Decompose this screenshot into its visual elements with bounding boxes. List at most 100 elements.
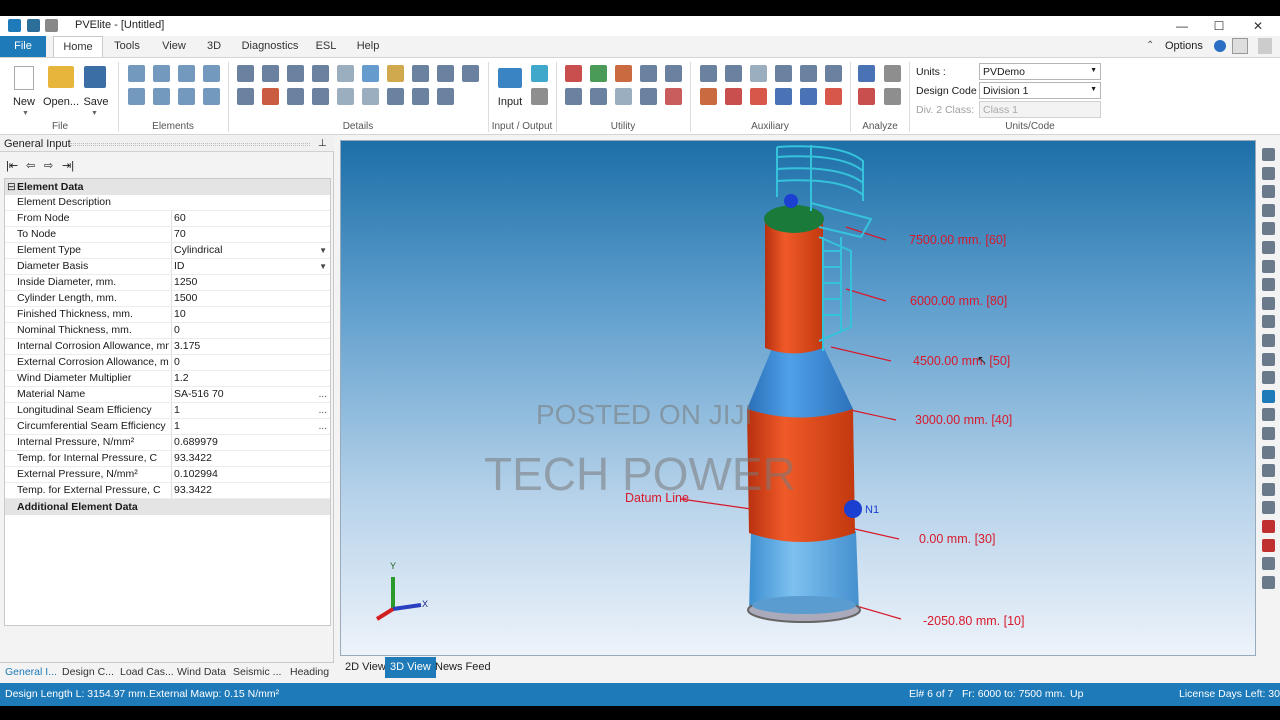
undo-icon[interactable] xyxy=(27,19,40,32)
new-icon[interactable] xyxy=(14,66,34,90)
property-row[interactable]: Internal Corrosion Allowance, mm 3.175 xyxy=(5,339,330,355)
ribbon-tool-icon[interactable] xyxy=(884,65,901,82)
last-element-icon[interactable]: ⇥| xyxy=(62,159,74,172)
collapse-ribbon-icon[interactable]: ⌃ xyxy=(1146,40,1154,51)
ribbon-tool-icon[interactable] xyxy=(775,88,792,105)
tab-home[interactable]: Home xyxy=(53,36,103,57)
ribbon-tool-icon[interactable] xyxy=(590,65,607,82)
ribbon-tool-icon[interactable] xyxy=(462,65,479,82)
view-tool-icon[interactable] xyxy=(1262,557,1275,571)
ribbon-tool-icon[interactable] xyxy=(287,65,304,82)
property-value[interactable]: 60 xyxy=(171,211,329,226)
design-code-select[interactable]: Division 1 ▼ xyxy=(979,82,1101,99)
property-value[interactable]: 3.175 xyxy=(171,339,329,354)
ribbon-tool-icon[interactable] xyxy=(237,88,254,105)
ribbon-tool-icon[interactable] xyxy=(128,65,145,82)
category-element-data[interactable]: ⊟ Element Data xyxy=(5,179,330,195)
open-folder-icon[interactable] xyxy=(48,66,74,88)
ribbon-tool-icon[interactable] xyxy=(531,88,548,105)
tab-design-constraints[interactable]: Design C... xyxy=(62,666,114,678)
tab-diagnostics[interactable]: Diagnostics xyxy=(238,36,302,57)
ribbon-tool-icon[interactable] xyxy=(800,65,817,82)
property-row[interactable]: Cylinder Length, mm. 1500 xyxy=(5,291,330,307)
property-row[interactable]: Internal Pressure, N/mm² 0.689979 xyxy=(5,435,330,451)
property-row[interactable]: Longitudinal Seam Efficiency 1... xyxy=(5,403,330,419)
property-value[interactable]: 0 xyxy=(171,355,329,370)
ribbon-tool-icon[interactable] xyxy=(237,65,254,82)
view-tool-icon[interactable] xyxy=(1262,166,1275,180)
view-tool-icon[interactable] xyxy=(1262,427,1275,440)
property-row[interactable]: Temp. for Internal Pressure, C 93.3422 xyxy=(5,451,330,467)
tab-2d-view[interactable]: 2D View xyxy=(340,657,391,678)
first-element-icon[interactable]: |⇤ xyxy=(6,159,18,172)
input-icon[interactable] xyxy=(498,68,522,88)
chevron-down-icon[interactable]: ▼ xyxy=(91,110,98,117)
ribbon-tool-icon[interactable] xyxy=(337,88,354,105)
ribbon-tool-icon[interactable] xyxy=(800,88,817,105)
tab-heading[interactable]: Heading xyxy=(290,666,329,678)
property-value[interactable]: 1.2 xyxy=(171,371,329,386)
input-button[interactable]: Input xyxy=(494,96,526,108)
ribbon-tool-icon[interactable] xyxy=(437,65,454,82)
view-tool-icon[interactable] xyxy=(1262,334,1275,347)
ribbon-tool-icon[interactable] xyxy=(615,88,632,105)
view-tool-icon[interactable] xyxy=(1262,259,1275,273)
tab-view[interactable]: View xyxy=(158,36,190,57)
settings-icon[interactable] xyxy=(1232,38,1248,54)
property-row[interactable]: Circumferential Seam Efficiency 1... xyxy=(5,419,330,435)
property-row[interactable]: Element Description xyxy=(5,195,330,211)
view-tool-icon[interactable] xyxy=(1262,185,1275,199)
ribbon-tool-icon[interactable] xyxy=(884,88,901,105)
ribbon-tool-icon[interactable] xyxy=(750,65,767,82)
view-tool-icon[interactable] xyxy=(1262,203,1275,217)
view-tool-icon[interactable] xyxy=(1262,296,1275,310)
view-tool-icon[interactable] xyxy=(1262,501,1275,515)
ribbon-tool-icon[interactable] xyxy=(362,88,379,105)
ribbon-tool-icon[interactable] xyxy=(825,65,842,82)
ribbon-tool-icon[interactable] xyxy=(128,88,145,105)
ribbon-tool-icon[interactable] xyxy=(750,88,767,105)
chevron-down-icon[interactable]: ▼ xyxy=(22,110,29,117)
profile-icon[interactable] xyxy=(1258,38,1272,54)
tab-3d[interactable]: 3D xyxy=(203,36,225,57)
property-value[interactable]: 0.689979 xyxy=(171,435,329,450)
view-tool-icon[interactable] xyxy=(1262,315,1275,329)
tab-tools[interactable]: Tools xyxy=(110,36,144,57)
ribbon-tool-icon[interactable] xyxy=(858,65,875,82)
category-additional-element-data[interactable]: Additional Element Data xyxy=(5,499,330,515)
pin-icon[interactable]: ⊥ xyxy=(318,138,327,149)
ribbon-tool-icon[interactable] xyxy=(153,65,170,82)
property-value[interactable]: Cylindrical xyxy=(171,243,329,258)
view-tool-icon[interactable] xyxy=(1262,482,1275,496)
units-select[interactable]: PVDemo ▼ xyxy=(979,63,1101,80)
ribbon-tool-icon[interactable] xyxy=(565,88,582,105)
ribbon-tool-icon[interactable] xyxy=(700,65,717,82)
ribbon-tool-icon[interactable] xyxy=(437,88,454,105)
property-value[interactable]: 0.102994 xyxy=(171,467,329,482)
view-tool-icon[interactable] xyxy=(1262,278,1275,292)
property-row[interactable]: Material Name SA-516 70... xyxy=(5,387,330,403)
ribbon-tool-icon[interactable] xyxy=(178,88,195,105)
ribbon-tool-icon[interactable] xyxy=(287,88,304,105)
view-tool-icon[interactable] xyxy=(1262,538,1275,552)
property-row[interactable]: Diameter Basis ID ▼ xyxy=(5,259,330,275)
ribbon-tool-icon[interactable] xyxy=(203,65,220,82)
ribbon-tool-icon[interactable] xyxy=(312,88,329,105)
div2-class-select[interactable]: Class 1 xyxy=(979,101,1101,118)
tab-file[interactable]: File xyxy=(0,36,46,57)
view-tool-icon[interactable] xyxy=(1262,371,1275,385)
property-row[interactable]: From Node 60 xyxy=(5,211,330,227)
property-value[interactable]: 0 xyxy=(171,323,329,338)
tab-seismic[interactable]: Seismic ... xyxy=(233,666,281,678)
property-value[interactable]: 93.3422 xyxy=(171,483,329,498)
ribbon-tool-icon[interactable] xyxy=(153,88,170,105)
property-value[interactable]: ID xyxy=(171,259,329,274)
property-row[interactable]: Inside Diameter, mm. 1250 xyxy=(5,275,330,291)
ribbon-tool-icon[interactable] xyxy=(665,88,682,105)
ribbon-tool-icon[interactable] xyxy=(725,88,742,105)
property-value[interactable]: 1 xyxy=(171,403,329,418)
close-button[interactable]: ✕ xyxy=(1246,18,1270,34)
property-row[interactable]: Temp. for External Pressure, C 93.3422 xyxy=(5,483,330,499)
property-value[interactable]: 10 xyxy=(171,307,329,322)
ribbon-tool-icon[interactable] xyxy=(412,88,429,105)
